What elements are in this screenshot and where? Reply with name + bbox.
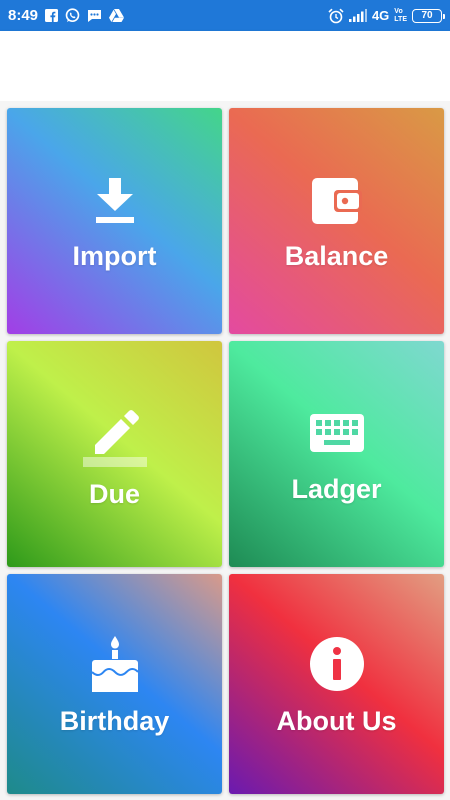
- drive-icon: [109, 9, 125, 22]
- download-icon: [95, 171, 135, 231]
- about-us-tile[interactable]: About Us: [229, 574, 444, 794]
- due-label: Due: [88, 478, 140, 509]
- status-time: 8:49: [8, 7, 39, 24]
- cake-icon: [90, 632, 140, 696]
- ledger-label: Ladger: [291, 473, 382, 504]
- about-us-label: About Us: [276, 705, 397, 736]
- due-tile[interactable]: Due: [7, 341, 222, 567]
- app-bar: [0, 31, 450, 101]
- volte-top-label: Vo: [394, 7, 403, 15]
- menu-grid: Import Balance Due Ladger Birthday About…: [0, 101, 450, 800]
- pencil-icon: [82, 399, 147, 469]
- volte-label: Vo LTE: [394, 8, 407, 24]
- import-label: Import: [72, 240, 157, 271]
- keyboard-icon: [309, 404, 364, 464]
- balance-tile[interactable]: Balance: [229, 108, 444, 334]
- signal-icon: [348, 9, 367, 22]
- wallet-icon: [311, 171, 362, 231]
- battery-level: 70: [421, 10, 433, 21]
- balance-label: Balance: [284, 240, 389, 271]
- alarm-icon: [328, 8, 344, 24]
- import-tile[interactable]: Import: [7, 108, 222, 334]
- battery-icon: 70: [412, 8, 445, 23]
- info-icon: [309, 632, 364, 696]
- birthday-label: Birthday: [59, 705, 170, 736]
- status-bar: 8:49 4G Vo LTE 70: [0, 0, 450, 31]
- whatsapp-icon: [65, 8, 80, 23]
- facebook-icon: [45, 9, 59, 22]
- volte-bottom-label: LTE: [394, 15, 407, 23]
- message-icon: [87, 9, 102, 23]
- network-type-label: 4G: [371, 8, 390, 23]
- birthday-tile[interactable]: Birthday: [7, 574, 222, 794]
- ledger-tile[interactable]: Ladger: [229, 341, 444, 567]
